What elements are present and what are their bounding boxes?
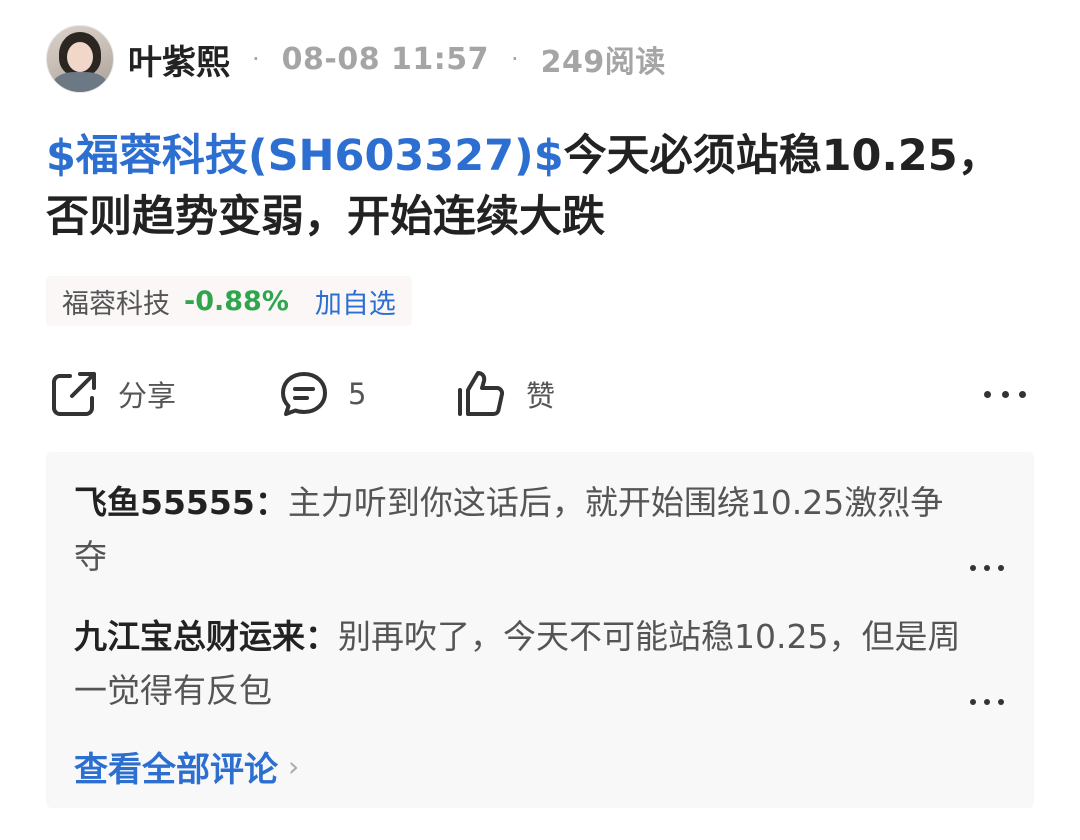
comment-more-button[interactable] <box>970 696 1004 708</box>
post-content: $福蓉科技(SH603327)$今天必须站稳10.25，否则趋势变弱，开始连续大… <box>46 126 1016 248</box>
more-dot-icon <box>984 390 991 398</box>
post-header: 叶紫熙 · 08-08 11:57 · 249阅读 <box>46 25 666 93</box>
username[interactable]: 叶紫熙 <box>128 35 230 84</box>
more-dot-icon <box>1001 390 1009 398</box>
more-dot-icon <box>998 565 1004 571</box>
comment-item[interactable]: 九江宝总财运来：别再吹了，今天不可能站稳10.25，但是周一觉得有反包 <box>74 610 974 718</box>
more-dot-icon <box>984 565 990 571</box>
stock-name[interactable]: 福蓉科技 <box>62 282 170 321</box>
user-avatar[interactable] <box>46 25 114 93</box>
action-bar: 分享 5 赞 <box>48 362 1032 426</box>
more-dot-icon <box>998 699 1004 705</box>
stock-tag-link[interactable]: $福蓉科技(SH603327)$ <box>46 131 564 181</box>
comment-more-button[interactable] <box>970 562 1004 574</box>
comment-author[interactable]: 飞鱼55555 <box>74 483 255 522</box>
share-icon <box>52 372 96 416</box>
like-button[interactable]: 赞 <box>454 362 555 426</box>
comment-count: 5 <box>348 377 367 411</box>
comments-panel: 飞鱼55555：主力听到你这话后，就开始围绕10.25激烈争夺 九江宝总财运来：… <box>46 452 1034 808</box>
view-all-comments-link[interactable]: 查看全部评论 › <box>74 742 299 791</box>
more-dot-icon <box>970 565 976 571</box>
more-dot-icon <box>1019 390 1026 398</box>
stock-change: -0.88% <box>184 285 289 317</box>
share-button[interactable]: 分享 <box>48 362 176 426</box>
view-all-label: 查看全部评论 <box>74 750 278 790</box>
read-count: 249阅读 <box>540 45 666 80</box>
post-date: 08-08 11:57 <box>281 41 490 77</box>
comment-icon <box>281 372 327 416</box>
chevron-right-icon: › <box>288 750 300 783</box>
share-label: 分享 <box>118 379 177 413</box>
more-dot-icon <box>984 699 990 705</box>
comment-author[interactable]: 九江宝总财运来 <box>74 617 305 656</box>
comment-item[interactable]: 飞鱼55555：主力听到你这话后，就开始围绕10.25激烈争夺 <box>74 476 974 584</box>
thumbs-up-icon <box>458 371 505 416</box>
separator-dot: · <box>511 45 519 73</box>
like-label: 赞 <box>526 379 556 413</box>
more-options-button[interactable] <box>984 380 1026 408</box>
separator-dot: · <box>252 45 260 73</box>
stock-chip[interactable]: 福蓉科技 -0.88% 加自选 <box>46 276 412 326</box>
add-watchlist-button[interactable]: 加自选 <box>315 282 396 321</box>
comment-button[interactable]: 5 <box>278 362 366 426</box>
more-dot-icon <box>970 699 976 705</box>
